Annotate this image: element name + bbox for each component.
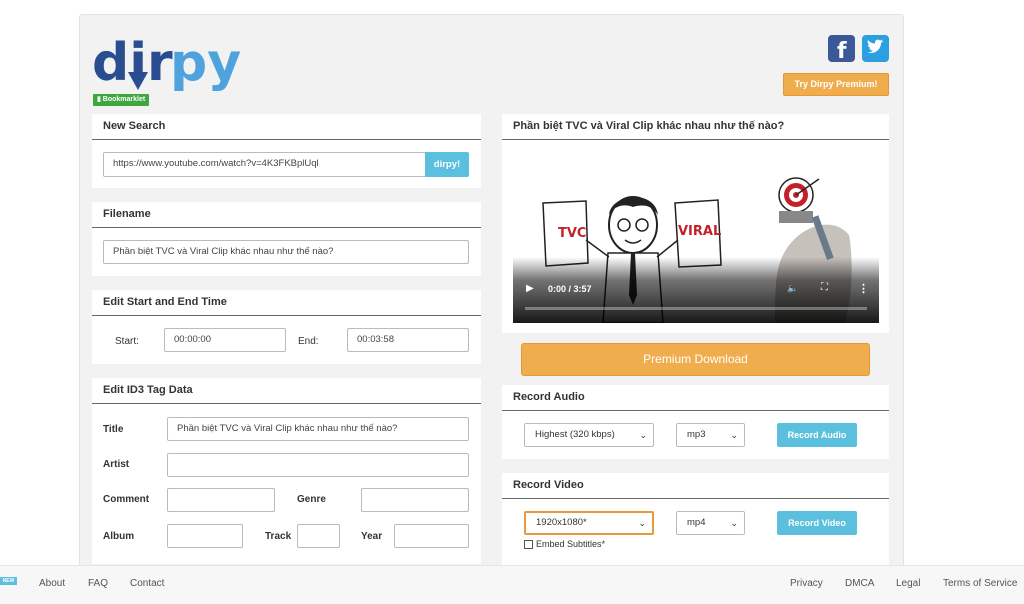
new-badge: NEW [0, 577, 17, 585]
audio-format-select[interactable]: mp3 ⌄ [676, 423, 745, 447]
embed-subtitles-checkbox[interactable] [524, 540, 533, 549]
video-time: 0:00 / 3:57 [548, 284, 592, 294]
filename-panel: Filename [92, 202, 481, 276]
footer-link-about[interactable]: About [39, 578, 65, 589]
record-video-button[interactable]: Record Video [777, 511, 857, 535]
footer-link-privacy[interactable]: Privacy [790, 578, 823, 589]
svg-text:f: f [837, 39, 847, 62]
title-input[interactable]: Phần biệt TVC và Viral Clip khác nhau nh… [167, 417, 469, 441]
play-icon[interactable]: ▶ [526, 283, 534, 294]
record-audio-title: Record Audio [502, 385, 889, 411]
fullscreen-icon[interactable]: ⛶ [821, 282, 828, 293]
artist-input[interactable] [167, 453, 469, 477]
video-resolution-select[interactable]: 1920x1080* ⌄ [524, 511, 654, 535]
comment-input[interactable] [167, 488, 275, 512]
facebook-icon[interactable]: f [828, 35, 855, 64]
album-label: Album [103, 531, 135, 542]
tvc-sign-text: TVC [558, 226, 586, 241]
embed-subtitles-label: Embed Subtitles* [536, 539, 606, 549]
bookmarklet-label: Bookmarklet [102, 96, 146, 103]
track-input[interactable] [297, 524, 340, 548]
record-video-title: Record Video [502, 473, 889, 499]
filename-title: Filename [92, 202, 481, 228]
title-label: Title [103, 424, 124, 435]
logo-text-py: py [170, 33, 241, 93]
search-url-input[interactable]: https://www.youtube.com/watch?v=4K3FKBpl… [103, 152, 426, 177]
end-time-input[interactable]: 00:03:58 [347, 328, 469, 352]
edit-time-panel: Edit Start and End Time [92, 290, 481, 364]
video-title: Phần biệt TVC và Viral Clip khác nhau nh… [502, 114, 889, 140]
footer-link-contact[interactable]: Contact [130, 578, 164, 589]
artist-label: Artist [103, 459, 130, 470]
dirpy-logo[interactable]: dir py [92, 30, 242, 100]
audio-quality-select[interactable]: Highest (320 kbps) ⌄ [524, 423, 654, 447]
audio-format-value: mp3 [687, 429, 706, 440]
chevron-down-icon: ⌄ [730, 518, 738, 528]
bookmarklet-button[interactable]: ▮ Bookmarklet [93, 94, 150, 106]
video-format-value: mp4 [687, 517, 706, 528]
chevron-down-icon: ⌄ [639, 430, 647, 440]
logo-text-dir: dir [92, 33, 173, 93]
year-input[interactable] [394, 524, 469, 548]
footer-link-legal[interactable]: Legal [896, 578, 920, 589]
genre-input[interactable] [361, 488, 469, 512]
twitter-icon[interactable] [862, 35, 889, 62]
video-player[interactable]: TVC VIRAL ▶ 0:00 / 3:57 🔈 ⛶ ⋮ [513, 145, 879, 323]
id3-title: Edit ID3 Tag Data [92, 378, 481, 404]
footer-link-faq[interactable]: FAQ [88, 578, 108, 589]
premium-download-button[interactable]: Premium Download [521, 343, 870, 376]
track-label: Track [265, 531, 292, 542]
volume-icon[interactable]: 🔈 [787, 283, 798, 294]
video-progress-bar[interactable] [525, 307, 867, 310]
album-input[interactable] [167, 524, 243, 548]
record-audio-button[interactable]: Record Audio [777, 423, 857, 447]
footer-link-terms[interactable]: Terms of Service [943, 578, 1017, 589]
audio-quality-value: Highest (320 kbps) [535, 429, 615, 440]
comment-label: Comment [103, 494, 150, 505]
start-label: Start: [115, 336, 139, 347]
video-format-select[interactable]: mp4 ⌄ [676, 511, 745, 535]
chevron-down-icon: ⌄ [638, 518, 646, 528]
footer: NEW About FAQ Contact Privacy DMCA Legal… [0, 565, 1024, 604]
record-audio-panel: Record Audio [502, 385, 889, 459]
footer-link-dmca[interactable]: DMCA [845, 578, 874, 589]
more-options-icon[interactable]: ⋮ [858, 282, 869, 295]
filename-input[interactable]: Phần biệt TVC và Viral Clip khác nhau nh… [103, 240, 469, 264]
try-premium-button[interactable]: Try Dirpy Premium! [783, 73, 889, 96]
dirpy-button[interactable]: dirpy! [425, 152, 469, 177]
genre-label: Genre [297, 494, 326, 505]
chevron-down-icon: ⌄ [730, 430, 738, 440]
end-label: End: [298, 336, 319, 347]
start-time-input[interactable]: 00:00:00 [164, 328, 286, 352]
viral-sign-text: VIRAL [678, 224, 721, 239]
year-label: Year [361, 531, 383, 542]
edit-time-title: Edit Start and End Time [92, 290, 481, 316]
video-resolution-value: 1920x1080* [536, 517, 587, 528]
new-search-title: New Search [92, 114, 481, 140]
